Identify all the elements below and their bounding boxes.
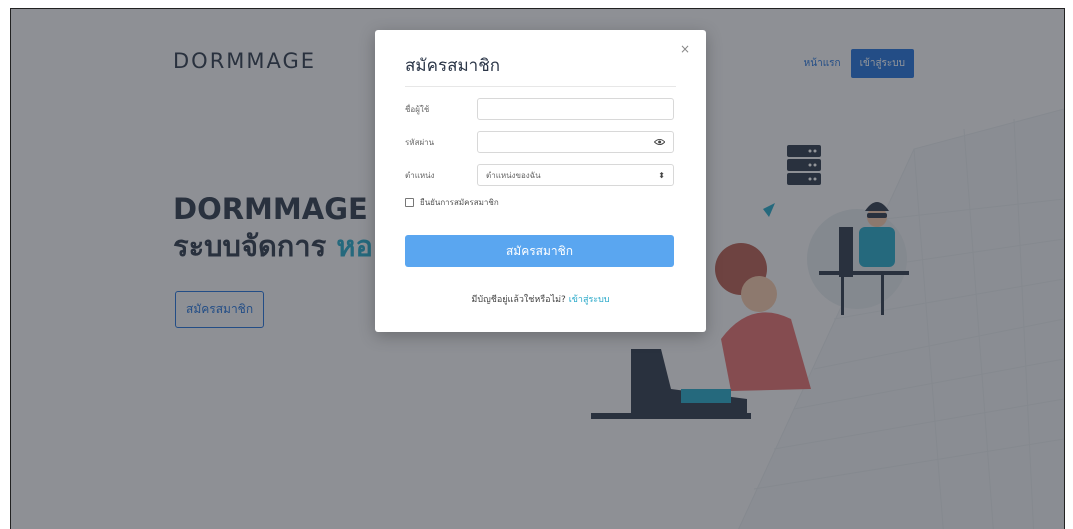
login-link[interactable]: เข้าสู่ระบบ xyxy=(569,295,610,305)
role-label: ตำแหน่ง xyxy=(405,170,435,180)
role-row: ตำแหน่ง ตำแหน่งของฉัน ⬍ xyxy=(405,164,674,186)
modal-title: สมัครสมาชิก xyxy=(405,56,501,76)
login-prompt: มีบัญชีอยู่แล้วใช่หรือไม่? เข้าสู่ระบบ xyxy=(375,292,706,306)
role-select[interactable]: ตำแหน่งของฉัน ⬍ xyxy=(477,164,674,186)
eye-icon[interactable] xyxy=(653,138,665,146)
register-modal: × สมัครสมาชิก ชื่อผู้ใช้ รหัสผ่าน ตำแหน่… xyxy=(375,30,706,332)
password-label: รหัสผ่าน xyxy=(405,137,435,147)
login-prompt-text: มีบัญชีอยู่แล้วใช่หรือไม่? xyxy=(471,295,566,305)
username-input[interactable] xyxy=(486,99,665,119)
select-arrow-icon: ⬍ xyxy=(658,170,665,180)
confirm-checkbox[interactable] xyxy=(405,198,414,207)
register-submit-button[interactable]: สมัครสมาชิก xyxy=(405,235,674,267)
close-icon[interactable]: × xyxy=(680,42,690,56)
app-frame: DORMMAGE หน้าแรก เข้าสู่ระบบ DORMMAGE ระ… xyxy=(10,8,1065,529)
modal-divider xyxy=(405,86,676,87)
confirm-row[interactable]: ยืนยันการสมัครสมาชิก xyxy=(405,196,499,209)
username-label: ชื่อผู้ใช้ xyxy=(405,104,430,114)
role-select-value: ตำแหน่งของฉัน xyxy=(486,170,541,180)
password-field[interactable] xyxy=(477,131,674,153)
confirm-label[interactable]: ยืนยันการสมัครสมาชิก xyxy=(420,196,499,209)
username-row: ชื่อผู้ใช้ xyxy=(405,98,674,120)
password-row: รหัสผ่าน xyxy=(405,131,674,153)
password-input[interactable] xyxy=(486,132,654,152)
username-field[interactable] xyxy=(477,98,674,120)
